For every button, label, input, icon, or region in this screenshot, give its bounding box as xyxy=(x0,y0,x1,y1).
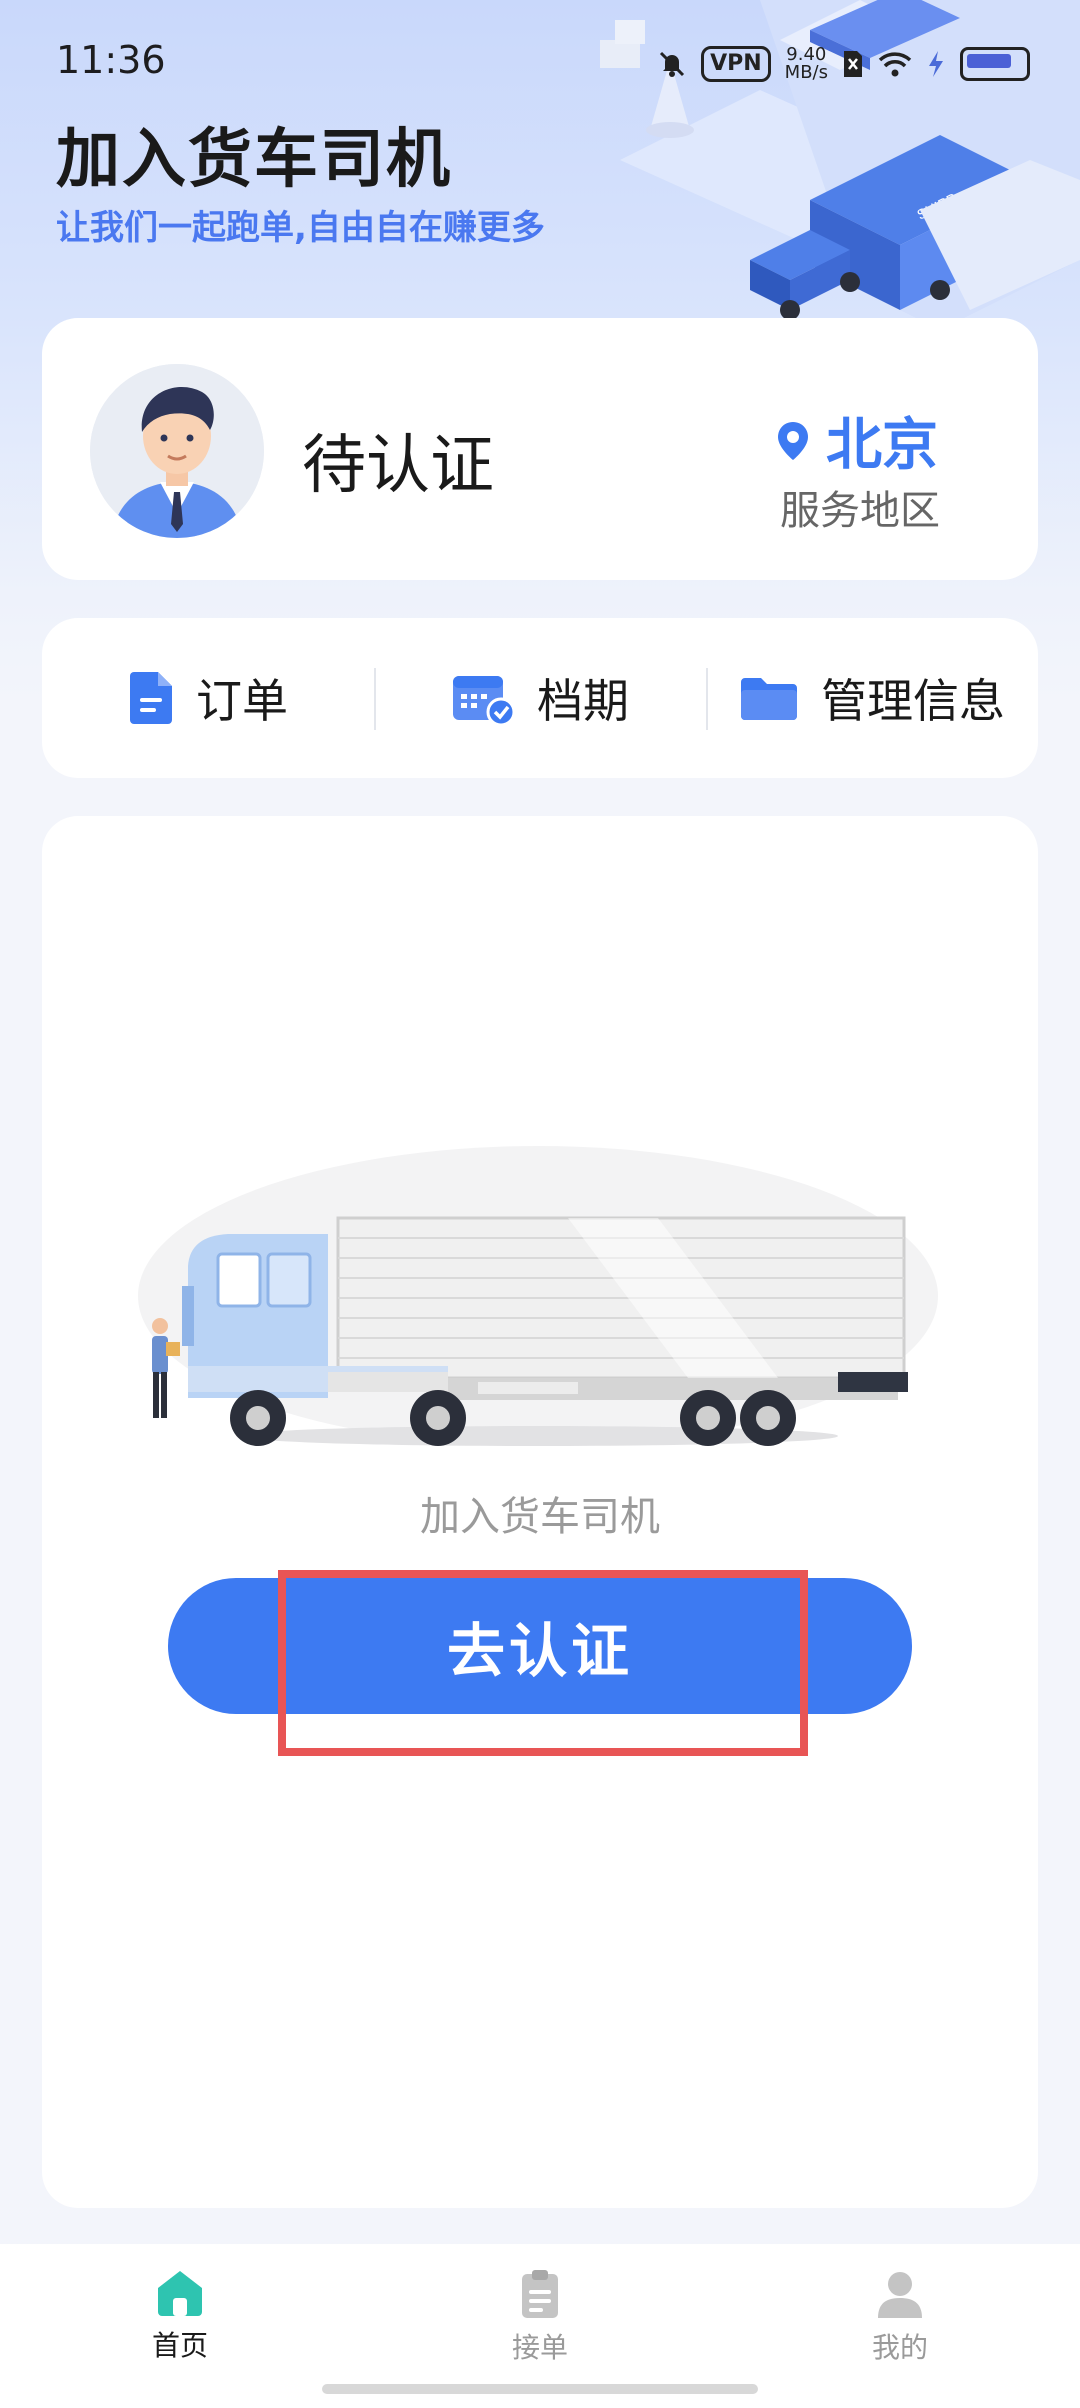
truck-illustration xyxy=(138,1136,938,1460)
page-subtitle: 让我们一起跑单,自由自在赚更多 xyxy=(56,208,545,248)
quick-menu: 订单 档期 管理信息 xyxy=(42,618,1038,778)
tab-accept-orders[interactable]: 接单 xyxy=(440,2268,640,2366)
tab-label: 我的 xyxy=(871,2331,928,2364)
status-bar: 11:36 VPN 9.40 MB/s xyxy=(0,0,1080,120)
user-icon xyxy=(878,2272,922,2318)
document-icon xyxy=(130,672,172,724)
city-name: 北京 xyxy=(826,413,938,478)
menu-item-schedule[interactable]: 档期 xyxy=(374,618,706,778)
clock: 11:36 xyxy=(56,38,166,82)
service-area-label: 服务地区 xyxy=(780,488,940,534)
charging-icon xyxy=(929,51,943,77)
sim-icon xyxy=(844,51,862,77)
clipboard-icon xyxy=(522,2270,558,2318)
truck-illustration-image xyxy=(138,1146,938,1446)
tab-label: 首页 xyxy=(151,2329,208,2362)
location-pin-icon xyxy=(778,421,808,460)
empty-state-text: 加入货车司机 xyxy=(420,1494,660,1540)
home-indicator xyxy=(322,2384,758,2394)
calendar-check-icon xyxy=(453,676,515,726)
mute-bell-icon xyxy=(660,51,685,77)
battery-icon xyxy=(960,47,1030,81)
status-icons: VPN 9.40 MB/s xyxy=(657,42,1030,86)
tab-home[interactable]: 首页 xyxy=(80,2268,280,2364)
folder-icon xyxy=(741,678,797,720)
menu-item-manage-info[interactable]: 管理信息 xyxy=(706,618,1038,778)
menu-label: 档期 xyxy=(537,674,629,728)
main-content-card: 加入货车司机 去认证 xyxy=(42,816,1038,2208)
verification-status: 待认证 xyxy=(302,429,494,503)
home-icon xyxy=(158,2271,202,2316)
vpn-badge: VPN xyxy=(701,46,771,82)
page-title: 加入货车司机 xyxy=(56,123,452,197)
verify-button[interactable]: 去认证 xyxy=(168,1578,912,1714)
wifi-icon xyxy=(878,52,912,77)
tab-mine[interactable]: 我的 xyxy=(800,2268,1000,2366)
tab-label: 接单 xyxy=(511,2331,568,2364)
driver-avatar-icon xyxy=(90,364,264,538)
menu-label: 管理信息 xyxy=(821,674,1005,728)
menu-item-orders[interactable]: 订单 xyxy=(42,618,374,778)
service-city[interactable]: 北京 xyxy=(776,400,938,481)
profile-card[interactable]: 待认证 北京 服务地区 xyxy=(42,318,1038,580)
network-speed: 9.40 MB/s xyxy=(784,44,828,83)
bottom-tab-bar: 首页 接单 我的 xyxy=(0,2244,1080,2408)
menu-label: 订单 xyxy=(196,674,288,728)
avatar[interactable] xyxy=(90,364,264,538)
